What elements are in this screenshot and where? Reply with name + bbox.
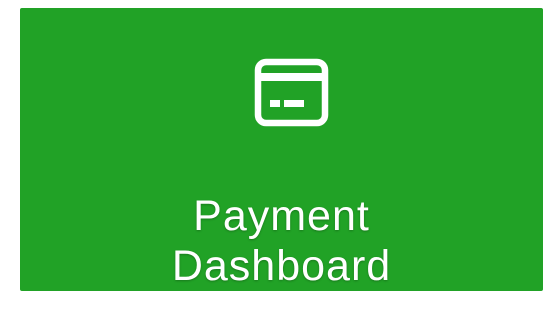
payment-dashboard-tile[interactable]: Payment Dashboard	[20, 8, 543, 291]
tile-label-line1: Payment	[193, 192, 370, 240]
tile-label: Payment Dashboard	[20, 191, 543, 291]
credit-card-icon	[254, 55, 329, 130]
tile-label-line2: Dashboard	[171, 242, 392, 290]
